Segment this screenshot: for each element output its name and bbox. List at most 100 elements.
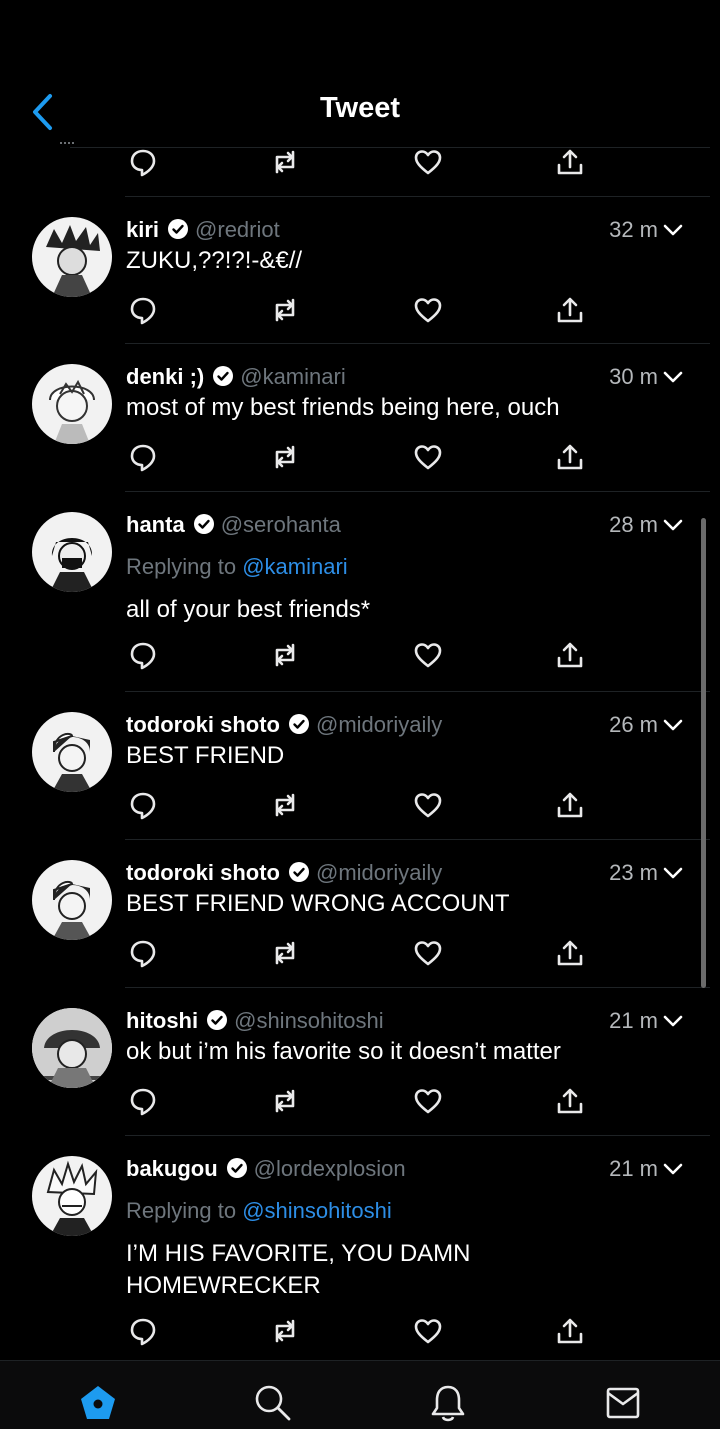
like-icon[interactable] bbox=[413, 790, 447, 824]
retweet-icon[interactable] bbox=[270, 640, 304, 674]
user-handle: @lordexplosion bbox=[253, 1156, 406, 1181]
avatar[interactable] bbox=[32, 860, 112, 940]
display-name[interactable]: todoroki shoto bbox=[126, 860, 280, 885]
retweet-icon[interactable] bbox=[270, 938, 304, 972]
chevron-down-icon[interactable] bbox=[662, 514, 684, 536]
reply-icon[interactable] bbox=[128, 790, 162, 824]
chevron-down-icon[interactable] bbox=[662, 1010, 684, 1032]
chevron-down-icon[interactable] bbox=[662, 862, 684, 884]
reply-icon[interactable] bbox=[128, 295, 162, 329]
timestamp: 32 m bbox=[609, 217, 658, 242]
tweet-text: BEST FRIEND bbox=[126, 740, 686, 772]
share-icon[interactable] bbox=[555, 1316, 589, 1350]
mail-icon[interactable] bbox=[603, 1383, 643, 1423]
avatar[interactable] bbox=[32, 512, 112, 592]
thread-line-fragment bbox=[60, 142, 74, 148]
home-icon[interactable] bbox=[78, 1383, 118, 1423]
tweet-text: I’M HIS FAVORITE, YOU DAMN HOMEWRECKER bbox=[126, 1238, 686, 1302]
like-icon[interactable] bbox=[413, 442, 447, 476]
tweet-actions bbox=[0, 938, 720, 972]
bottom-tab-bar bbox=[0, 1360, 720, 1429]
tweet-text-line: ok but i’m his favorite so it doesn’t ma… bbox=[126, 1038, 561, 1065]
retweet-icon[interactable] bbox=[270, 1086, 304, 1120]
user-handle: @serohanta bbox=[220, 512, 341, 537]
share-icon[interactable] bbox=[555, 938, 589, 972]
reply-icon[interactable] bbox=[128, 442, 162, 476]
chevron-down-icon[interactable] bbox=[662, 219, 684, 241]
divider bbox=[125, 196, 710, 197]
verified-badge-icon bbox=[288, 714, 309, 734]
retweet-icon[interactable] bbox=[270, 147, 304, 181]
retweet-icon[interactable] bbox=[270, 1316, 304, 1350]
reply-icon[interactable] bbox=[128, 938, 162, 972]
timestamp: 30 m bbox=[609, 364, 658, 389]
replying-to-label: Replying to bbox=[126, 1198, 237, 1223]
reply-icon[interactable] bbox=[128, 1316, 162, 1350]
scrollbar[interactable] bbox=[701, 518, 706, 988]
divider bbox=[125, 491, 710, 492]
retweet-icon[interactable] bbox=[270, 295, 304, 329]
tweet-text-line: BEST FRIEND bbox=[126, 742, 285, 769]
share-icon[interactable] bbox=[555, 295, 589, 329]
tweet-text-line: BEST FRIEND WRONG ACCOUNT bbox=[126, 890, 510, 917]
tweet-actions bbox=[0, 790, 720, 824]
avatar[interactable] bbox=[32, 1156, 112, 1236]
share-icon[interactable] bbox=[555, 1086, 589, 1120]
tweet-actions bbox=[0, 640, 720, 674]
verified-badge-icon bbox=[193, 514, 214, 534]
reply-icon[interactable] bbox=[128, 1086, 162, 1120]
display-name[interactable]: hitoshi bbox=[126, 1008, 198, 1033]
like-icon[interactable] bbox=[413, 295, 447, 329]
like-icon[interactable] bbox=[413, 1086, 447, 1120]
chevron-down-icon[interactable] bbox=[662, 714, 684, 736]
share-icon[interactable] bbox=[555, 442, 589, 476]
avatar[interactable] bbox=[32, 364, 112, 444]
tweet-text: most of my best friends being here, ouch bbox=[126, 392, 686, 424]
display-name[interactable]: denki ;) bbox=[126, 364, 204, 389]
mention-link[interactable]: @shinsohitoshi bbox=[242, 1198, 392, 1223]
like-icon[interactable] bbox=[413, 640, 447, 674]
retweet-icon[interactable] bbox=[270, 790, 304, 824]
tweet-text-line: ZUKU,??!?!-&€// bbox=[126, 247, 303, 274]
tweet-header: todoroki shoto @midoriyaily bbox=[126, 712, 442, 738]
share-icon[interactable] bbox=[555, 640, 589, 674]
avatar[interactable] bbox=[32, 217, 112, 297]
tweet-actions bbox=[0, 1086, 720, 1120]
display-name[interactable]: bakugou bbox=[126, 1156, 218, 1181]
replying-to-label: Replying to bbox=[126, 554, 237, 579]
share-icon[interactable] bbox=[555, 790, 589, 824]
retweet-icon[interactable] bbox=[270, 442, 304, 476]
tweet-header: hitoshi @shinsohitoshi bbox=[126, 1008, 384, 1034]
user-handle: @shinsohitoshi bbox=[234, 1008, 384, 1033]
user-handle: @redriot bbox=[195, 217, 280, 242]
display-name[interactable]: hanta bbox=[126, 512, 185, 537]
like-icon[interactable] bbox=[413, 938, 447, 972]
search-icon[interactable] bbox=[252, 1383, 292, 1423]
tweet-text-line: all of your best friends* bbox=[126, 596, 371, 623]
avatar[interactable] bbox=[32, 1008, 112, 1088]
bell-icon[interactable] bbox=[428, 1383, 468, 1423]
divider bbox=[125, 987, 710, 988]
display-name[interactable]: kiri bbox=[126, 217, 159, 242]
display-name[interactable]: todoroki shoto bbox=[126, 712, 280, 737]
chevron-down-icon[interactable] bbox=[662, 1158, 684, 1180]
like-icon[interactable] bbox=[413, 147, 447, 181]
tweet-text: ZUKU,??!?!-&€// bbox=[126, 245, 686, 277]
verified-badge-icon bbox=[168, 219, 189, 239]
reply-icon[interactable] bbox=[128, 147, 162, 181]
tweet-text-line: most of my best friends being here, ouch bbox=[126, 394, 560, 421]
chevron-down-icon[interactable] bbox=[662, 366, 684, 388]
share-icon[interactable] bbox=[555, 147, 589, 181]
tweet-header: todoroki shoto @midoriyaily bbox=[126, 860, 442, 886]
reply-icon[interactable] bbox=[128, 640, 162, 674]
timestamp: 21 m bbox=[609, 1008, 658, 1033]
previous-tweet-actions bbox=[0, 142, 720, 182]
tweet-header: denki ;) @kaminari bbox=[126, 364, 346, 390]
like-icon[interactable] bbox=[413, 1316, 447, 1350]
mention-link[interactable]: @kaminari bbox=[242, 554, 347, 579]
replying-to: Replying to @kaminari bbox=[126, 554, 348, 580]
tweet-text-line: I’M HIS FAVORITE, YOU DAMN bbox=[126, 1240, 471, 1267]
timestamp: 26 m bbox=[609, 712, 658, 737]
avatar[interactable] bbox=[32, 712, 112, 792]
verified-badge-icon bbox=[288, 862, 309, 882]
